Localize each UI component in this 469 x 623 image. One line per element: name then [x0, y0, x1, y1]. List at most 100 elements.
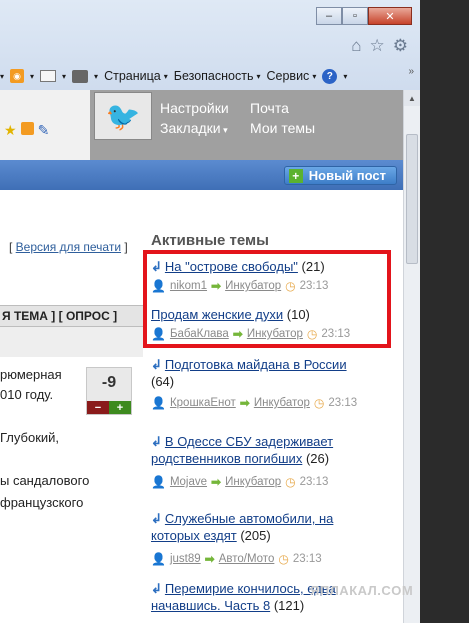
user-icon: 👤: [151, 327, 166, 341]
vertical-scrollbar[interactable]: ▲: [403, 90, 420, 623]
topic-user-link[interactable]: Mojave: [170, 476, 207, 488]
bookmarks-menu[interactable]: Закладки ▾: [160, 120, 228, 136]
post-header-strip: [0, 327, 143, 357]
topic-section-link[interactable]: Инкубатор: [247, 328, 303, 340]
page-menu[interactable]: Страница ▾: [104, 69, 168, 83]
bookmarks-label: Закладки: [160, 120, 221, 136]
settings-link[interactable]: Настройки: [160, 100, 229, 116]
service-menu-label: Сервис: [266, 69, 310, 83]
topic-item: ↲ В Одессе СБУ задерживает родственников …: [151, 433, 371, 467]
chevron-down-icon[interactable]: ▾: [30, 72, 34, 81]
scroll-up-icon[interactable]: ▲: [404, 90, 420, 106]
clock-icon: ◷: [285, 475, 296, 489]
rss-icon[interactable]: ◉: [10, 69, 25, 83]
active-topics-title: Активные темы: [151, 232, 269, 249]
post-text-line: ы сандалового: [0, 473, 90, 488]
topic-meta: 👤 just89 ➡ Авто/Мото ◷ 23:13: [151, 552, 322, 566]
topic-time: 23:13: [292, 553, 322, 565]
header-icons: ★ ✎: [4, 122, 49, 139]
new-post-button[interactable]: + Новый пост: [283, 166, 397, 185]
browser-chrome: ‒ ▫ ✕ ⌂ ☆ ⚙ ▾ ◉ ▾ ▾ ▾ Страница ▾ Безопасно…: [0, 0, 420, 90]
topic-link[interactable]: Продам женские духи: [151, 307, 283, 322]
topic-count: (21): [301, 259, 325, 274]
vote-up-button[interactable]: +: [109, 401, 131, 414]
topic-time: 23:13: [328, 397, 358, 409]
post-text-line: 010 году.: [0, 387, 54, 402]
topic-link[interactable]: На "острове свободы": [165, 259, 298, 274]
topic-meta: 👤 БабаКлава ➡ Инкубатор ◷ 23:13: [151, 327, 350, 341]
mail-link[interactable]: Почта: [250, 100, 289, 116]
topic-meta: 👤 nikom1 ➡ Инкубатор ◷ 23:13: [151, 279, 328, 293]
arrow-right-icon: ➡: [239, 396, 250, 410]
gear-icon[interactable]: ⚙: [393, 36, 408, 56]
minimize-button[interactable]: ‒: [316, 7, 342, 25]
maximize-button[interactable]: ▫: [342, 7, 368, 25]
arrow-right-icon: ➡: [232, 327, 243, 341]
command-bar: ▾ ◉ ▾ ▾ ▾ Страница ▾ Безопасность ▾ Сервис ▾…: [0, 64, 420, 88]
topic-count: (10): [286, 307, 310, 322]
post-text-line: рюмерная: [0, 367, 62, 382]
topic-arrow-icon: ↲: [151, 259, 162, 274]
printer-icon[interactable]: [72, 69, 89, 83]
topic-item: ↲ Служебные автомобили, на которых ездят …: [151, 510, 371, 544]
star-icon[interactable]: ★: [4, 122, 17, 139]
help-icon[interactable]: ?: [322, 68, 338, 84]
topic-section-link[interactable]: Авто/Мото: [219, 553, 275, 565]
topic-arrow-icon: ↲: [151, 434, 162, 449]
topic-arrow-icon: ↲: [151, 511, 162, 526]
chevron-down-icon[interactable]: ▾: [343, 72, 347, 81]
clock-icon: ◷: [285, 279, 296, 293]
new-post-label: Новый пост: [308, 168, 386, 183]
my-topics-link[interactable]: Мои темы: [250, 120, 315, 136]
topic-time: 23:13: [299, 476, 329, 488]
topic-section-link[interactable]: Инкубатор: [254, 397, 310, 409]
active-topics-panel: Активные темы ↲ На "острове свободы" (21)…: [143, 190, 403, 623]
toolbar-overflow-icon[interactable]: »: [408, 66, 414, 77]
chevron-down-icon[interactable]: ▾: [62, 72, 66, 81]
close-button[interactable]: ✕: [368, 7, 412, 25]
post-text-line: Глубокий,: [0, 430, 60, 445]
rating-value: -9: [101, 374, 117, 391]
topic-section-link[interactable]: Инкубатор: [225, 280, 281, 292]
topic-user-link[interactable]: just89: [170, 553, 201, 565]
rss-icon[interactable]: [20, 122, 34, 135]
favorites-star-icon[interactable]: ☆: [370, 36, 385, 56]
topic-user-link[interactable]: КрошкаЕнот: [170, 397, 236, 409]
topic-controls-bar[interactable]: Я ТЕМА ] [ ОПРОС ]: [0, 305, 143, 327]
vote-down-button[interactable]: −: [87, 401, 109, 414]
arrow-right-icon: ➡: [204, 552, 215, 566]
topic-link[interactable]: Перемирие кончилось, едва начавшись. Час…: [151, 581, 336, 613]
mail-icon[interactable]: [40, 70, 57, 82]
action-bar: + Новый пост: [0, 160, 403, 190]
page-menu-label: Страница: [104, 69, 161, 83]
topic-item: ↲ На "острове свободы" (21): [151, 258, 371, 275]
browser-right-icons: ⌂ ☆ ⚙: [351, 36, 408, 56]
security-menu-label: Безопасность: [173, 69, 254, 83]
topic-link[interactable]: Подготовка майдана в России: [165, 357, 347, 372]
topic-user-link[interactable]: БабаКлава: [170, 328, 229, 340]
avatar[interactable]: 🐦: [94, 92, 152, 140]
topic-section-link[interactable]: Инкубатор: [225, 476, 281, 488]
topic-user-link[interactable]: nikom1: [170, 280, 207, 292]
service-menu[interactable]: Сервис ▾: [267, 69, 317, 83]
chevron-down-icon: ▾: [220, 125, 228, 135]
print-version-link[interactable]: Версия для печати: [16, 240, 121, 254]
topic-item: Продам женские духи (10): [151, 306, 371, 323]
chevron-down-icon: ▾: [256, 71, 261, 81]
chevron-down-icon[interactable]: ▾: [0, 72, 4, 81]
user-icon: 👤: [151, 552, 166, 566]
site-watermark: ЯПЛАКАЛ.COM: [310, 583, 414, 598]
scroll-thumb[interactable]: [406, 134, 418, 264]
security-menu[interactable]: Безопасность ▾: [174, 69, 261, 83]
chevron-down-icon[interactable]: ▾: [94, 72, 98, 81]
topic-count: (205): [240, 528, 271, 543]
user-icon: 👤: [151, 279, 166, 293]
post-text-line: французского: [0, 495, 84, 510]
user-panel: 🐦 Настройки Почта Закладки ▾ Мои темы: [90, 90, 403, 160]
print-version: [ Версия для печати ]: [9, 240, 128, 254]
pencil-icon[interactable]: ✎: [38, 122, 50, 139]
home-icon[interactable]: ⌂: [351, 36, 361, 56]
topic-meta: 👤 Mojave ➡ Инкубатор ◷ 23:13: [151, 475, 328, 489]
bracket-close: ]: [121, 240, 128, 254]
user-icon: 👤: [151, 475, 166, 489]
